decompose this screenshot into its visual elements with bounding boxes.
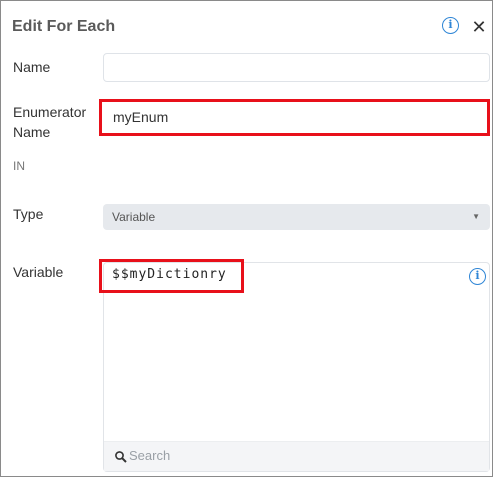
type-select-value: Variable xyxy=(112,210,156,224)
name-label: Name xyxy=(13,59,51,75)
enumerator-label-line1: Enumerator xyxy=(13,104,87,120)
in-section-label: IN xyxy=(13,159,25,173)
search-icon xyxy=(115,451,127,463)
edit-for-each-dialog: Edit For Each i ✕ Name Enumerator Name m… xyxy=(0,0,493,477)
variable-value[interactable]: $$myDictionry xyxy=(112,267,227,282)
type-select[interactable]: Variable ▼ xyxy=(103,204,490,230)
dialog-title: Edit For Each xyxy=(12,18,116,35)
variable-label: Variable xyxy=(13,264,64,280)
variable-search-bar[interactable]: Search xyxy=(104,441,489,471)
variable-editor[interactable]: $$myDictionry Search xyxy=(103,262,490,472)
search-placeholder[interactable]: Search xyxy=(129,448,170,463)
variable-info-icon[interactable]: i xyxy=(469,268,486,285)
close-icon[interactable]: ✕ xyxy=(471,17,487,37)
type-label: Type xyxy=(13,206,44,222)
enumerator-name-label: Enumerator Name xyxy=(13,102,86,142)
info-icon[interactable]: i xyxy=(442,17,459,34)
name-input[interactable] xyxy=(103,53,490,82)
enumerator-name-input[interactable]: myEnum xyxy=(103,104,490,133)
enumerator-label-line2: Name xyxy=(13,124,51,140)
caret-down-icon: ▼ xyxy=(472,212,480,221)
